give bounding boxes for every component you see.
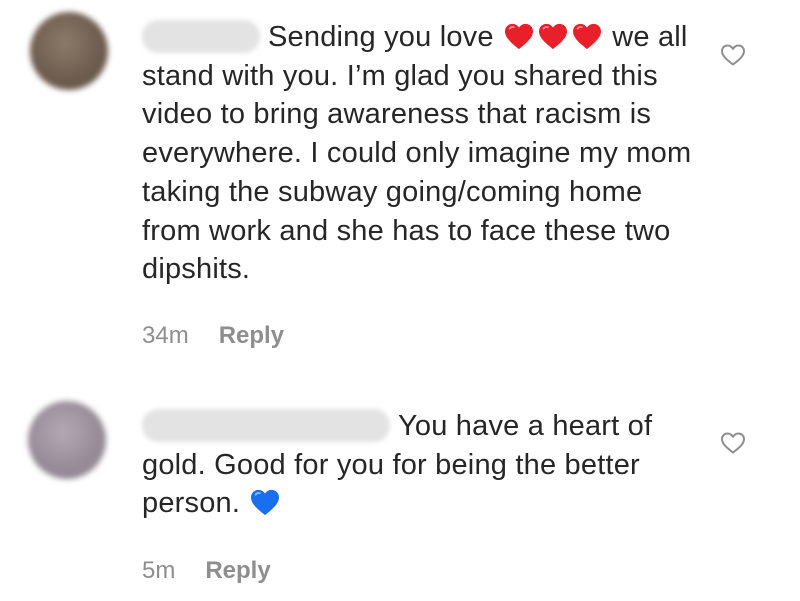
avatar[interactable]: [30, 12, 108, 90]
comment-text-lead: Sending you love: [268, 21, 494, 53]
blue-heart-icon: [251, 490, 280, 516]
comment-text: You have a heart of gold. Good for you f…: [142, 407, 702, 523]
avatar[interactable]: [28, 401, 106, 479]
comment-meta: 34m Reply: [142, 322, 284, 350]
reply-button[interactable]: Reply: [205, 557, 270, 584]
heart-outline-icon[interactable]: [720, 43, 746, 67]
username-blurred[interactable]: [142, 409, 390, 442]
comment-text: Sending you love we all stand with you. …: [142, 18, 702, 289]
red-heart-icon: [504, 23, 533, 50]
comment-text-rest: we all stand with you. I’m glad you shar…: [142, 21, 692, 286]
red-heart-icon: [572, 23, 601, 50]
red-heart-icon: [538, 23, 567, 50]
username-blurred[interactable]: [142, 20, 260, 53]
comment-meta: 5m Reply: [142, 557, 271, 585]
comment-timestamp: 5m: [142, 557, 176, 584]
comment-timestamp: 34m: [142, 322, 189, 349]
heart-outline-icon[interactable]: [720, 431, 746, 455]
reply-button[interactable]: Reply: [219, 322, 284, 349]
